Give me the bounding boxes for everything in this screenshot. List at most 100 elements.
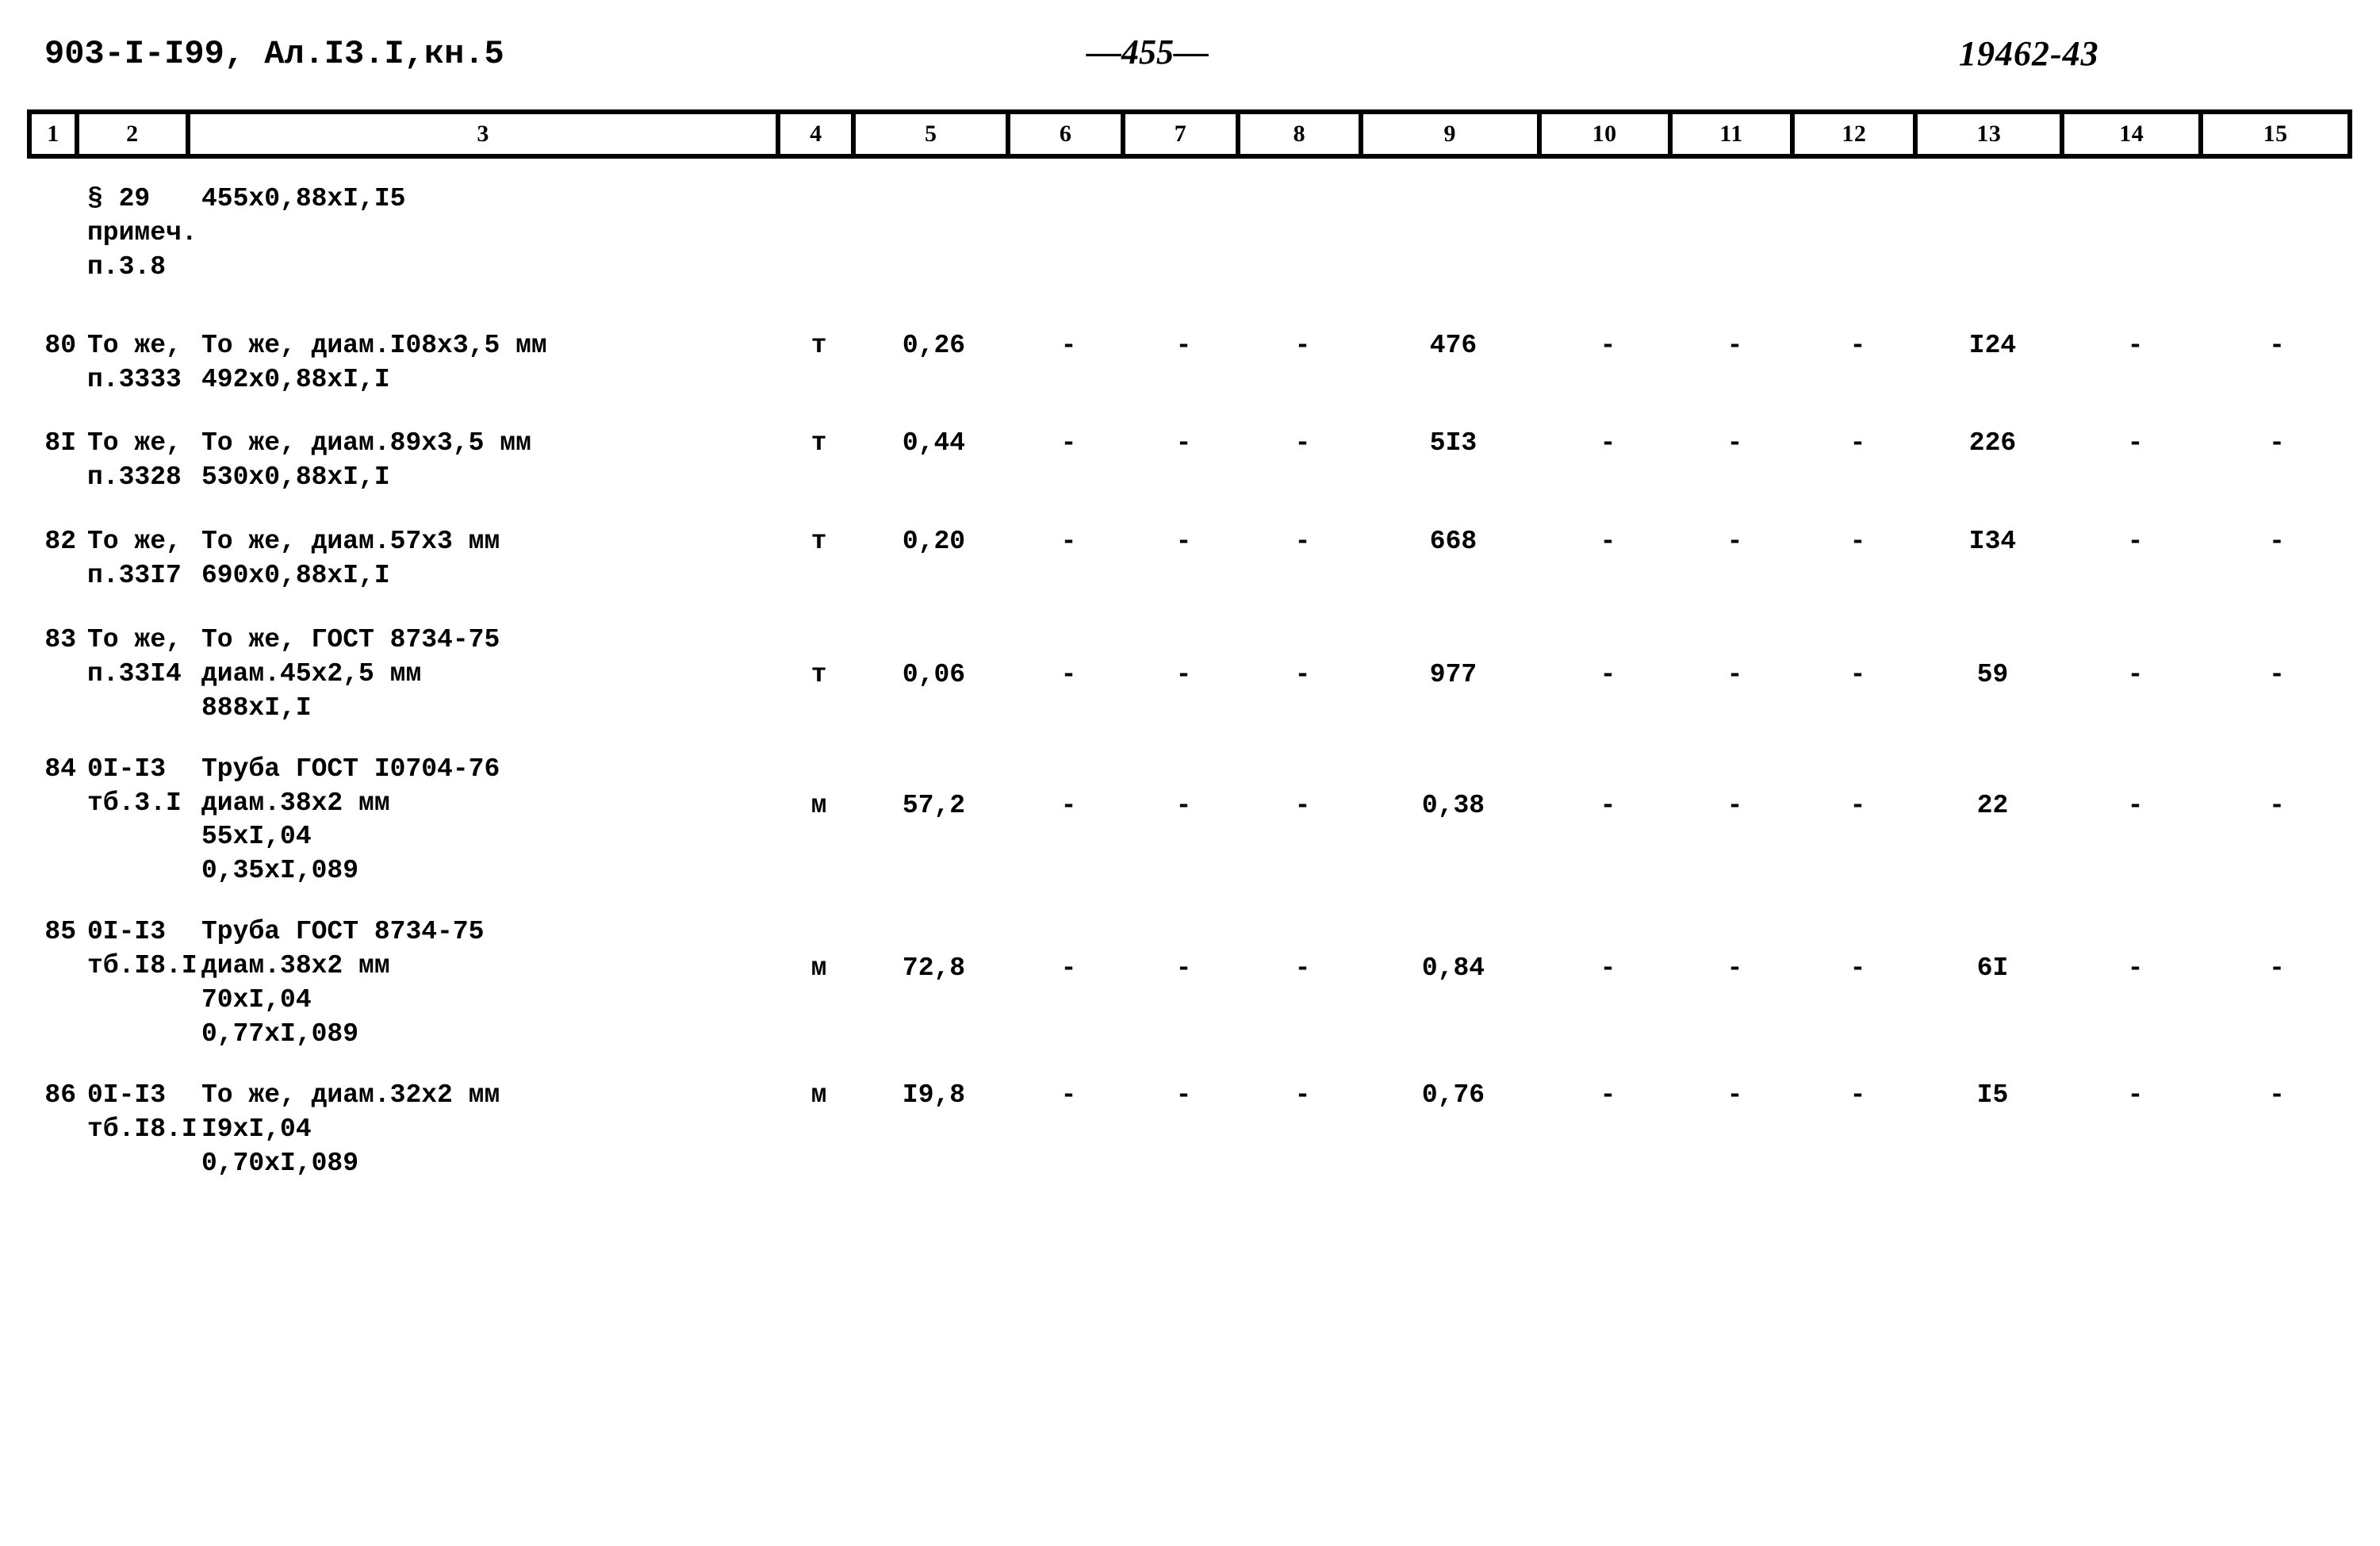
column-number-8: 8 <box>1240 114 1363 154</box>
row-col14: - <box>2127 330 2144 360</box>
row-col7: - <box>1175 790 1192 820</box>
row-col6: - <box>1060 527 1077 557</box>
row-col13: 22 <box>1976 790 2009 820</box>
table-row: 82 То же, п.33I7 То же, диам.57x3 мм 690… <box>27 525 2352 593</box>
row-qty: 72,8 <box>902 953 966 984</box>
row-reference: То же, п.33I4 <box>87 625 182 689</box>
row-col8: - <box>1294 428 1311 458</box>
row-col11: - <box>1727 428 1743 458</box>
row-col15: - <box>2269 428 2285 458</box>
row-qty: 0,26 <box>902 330 966 360</box>
table-row: 86 0I-I3 тб.I8.I То же, диам.32x2 мм I9x… <box>27 1079 2352 1181</box>
row-description: То же, диам.89x3,5 мм 530x0,88xI,I <box>201 428 531 493</box>
row-reference: 0I-I3 тб.I8.I <box>87 917 197 981</box>
row-unit: м <box>811 953 827 984</box>
row-col13: 226 <box>1968 428 2017 458</box>
specification-table: § 29 примеч. п.3.8 455x0,88xI,I5 80 То ж… <box>27 182 2352 1180</box>
table-row: § 29 примеч. п.3.8 455x0,88xI,I5 <box>27 182 2352 285</box>
row-col9: 977 <box>1429 660 1477 690</box>
table-row: 80 То же, п.3333 То же, диам.I08x3,5 мм … <box>27 329 2352 397</box>
row-col6: - <box>1060 330 1077 360</box>
column-number-3: 3 <box>190 114 781 154</box>
row-qty: I9,8 <box>902 1080 966 1110</box>
row-col12: - <box>1849 527 1866 557</box>
column-number-12: 12 <box>1795 114 1918 154</box>
row-col12: - <box>1849 330 1866 360</box>
row-qty: 0,20 <box>902 527 966 557</box>
row-col15: - <box>2269 527 2285 557</box>
column-number-5: 5 <box>856 114 1011 154</box>
row-col8: - <box>1294 953 1311 984</box>
row-col10: - <box>1600 330 1616 360</box>
row-reference: § 29 примеч. п.3.8 <box>87 184 197 282</box>
row-col7: - <box>1175 428 1192 458</box>
page-header: 903-I-I99, Ал.I3.I,кн.5 —455— 19462-43 <box>0 33 2380 82</box>
row-col9: 476 <box>1429 330 1477 360</box>
column-number-13: 13 <box>1918 114 2065 154</box>
row-col8: - <box>1294 527 1311 557</box>
row-position-number: 83 <box>44 625 76 655</box>
row-reference: То же, п.33I7 <box>87 527 182 591</box>
row-col8: - <box>1294 660 1311 690</box>
column-number-11: 11 <box>1673 114 1796 154</box>
document-code: 903-I-I99, Ал.I3.I,кн.5 <box>44 35 504 73</box>
row-col12: - <box>1849 660 1866 690</box>
row-col15: - <box>2269 660 2285 690</box>
row-col13: I24 <box>1968 330 2017 360</box>
row-position-number: 82 <box>44 527 76 557</box>
row-description: Труба ГОСТ 8734-75 диам.38x2 мм 70xI,04 … <box>201 917 485 1049</box>
table-row: 84 0I-I3 тб.3.I Труба ГОСТ I0704-76 диам… <box>27 753 2352 889</box>
row-unit: т <box>811 428 827 458</box>
row-unit: т <box>811 330 827 360</box>
table-row: 83 То же, п.33I4 То же, ГОСТ 8734-75 диа… <box>27 623 2352 726</box>
row-col15: - <box>2269 953 2285 984</box>
row-col6: - <box>1060 428 1077 458</box>
row-description: То же, диам.I08x3,5 мм 492x0,88xI,I <box>201 330 547 394</box>
row-description: То же, ГОСТ 8734-75 диам.45x2,5 мм 888xI… <box>201 625 500 723</box>
row-col9: 0,84 <box>1421 953 1485 984</box>
row-col15: - <box>2269 330 2285 360</box>
row-col14: - <box>2127 660 2144 690</box>
row-col8: - <box>1294 330 1311 360</box>
row-col10: - <box>1600 527 1616 557</box>
row-col15: - <box>2269 790 2285 820</box>
row-col13: I34 <box>1968 527 2017 557</box>
row-col7: - <box>1175 660 1192 690</box>
row-col9: 5I3 <box>1429 428 1477 458</box>
row-col10: - <box>1600 1080 1616 1110</box>
row-col13: I5 <box>1976 1080 2009 1110</box>
row-col6: - <box>1060 953 1077 984</box>
row-position-number: 86 <box>44 1080 76 1110</box>
row-col13: 59 <box>1976 660 2009 690</box>
column-number-14: 14 <box>2064 114 2204 154</box>
row-col7: - <box>1175 953 1192 984</box>
row-col15: - <box>2269 1080 2285 1110</box>
row-col8: - <box>1294 1080 1311 1110</box>
row-unit: т <box>811 660 827 690</box>
row-col9: 668 <box>1429 527 1477 557</box>
row-col13: 6I <box>1976 953 2009 984</box>
row-col14: - <box>2127 527 2144 557</box>
row-qty: 0,06 <box>902 660 966 690</box>
row-col10: - <box>1600 790 1616 820</box>
column-number-1: 1 <box>32 114 79 154</box>
row-col6: - <box>1060 790 1077 820</box>
row-col14: - <box>2127 428 2144 458</box>
table-row: 85 0I-I3 тб.I8.I Труба ГОСТ 8734-75 диам… <box>27 915 2352 1052</box>
row-col8: - <box>1294 790 1311 820</box>
row-unit: м <box>811 1080 827 1110</box>
row-col9: 0,38 <box>1421 790 1485 820</box>
column-number-10: 10 <box>1542 114 1673 154</box>
row-position-number: 8I <box>44 428 76 458</box>
column-number-9: 9 <box>1363 114 1542 154</box>
row-col10: - <box>1600 953 1616 984</box>
row-col11: - <box>1727 790 1743 820</box>
row-col7: - <box>1175 527 1192 557</box>
row-reference: То же, п.3333 <box>87 330 182 394</box>
row-col14: - <box>2127 790 2144 820</box>
row-description: Труба ГОСТ I0704-76 диам.38x2 мм 55xI,04… <box>201 754 500 886</box>
row-col14: - <box>2127 953 2144 984</box>
column-number-4: 4 <box>780 114 857 154</box>
row-reference: 0I-I3 тб.3.I <box>87 754 182 818</box>
row-col11: - <box>1727 660 1743 690</box>
